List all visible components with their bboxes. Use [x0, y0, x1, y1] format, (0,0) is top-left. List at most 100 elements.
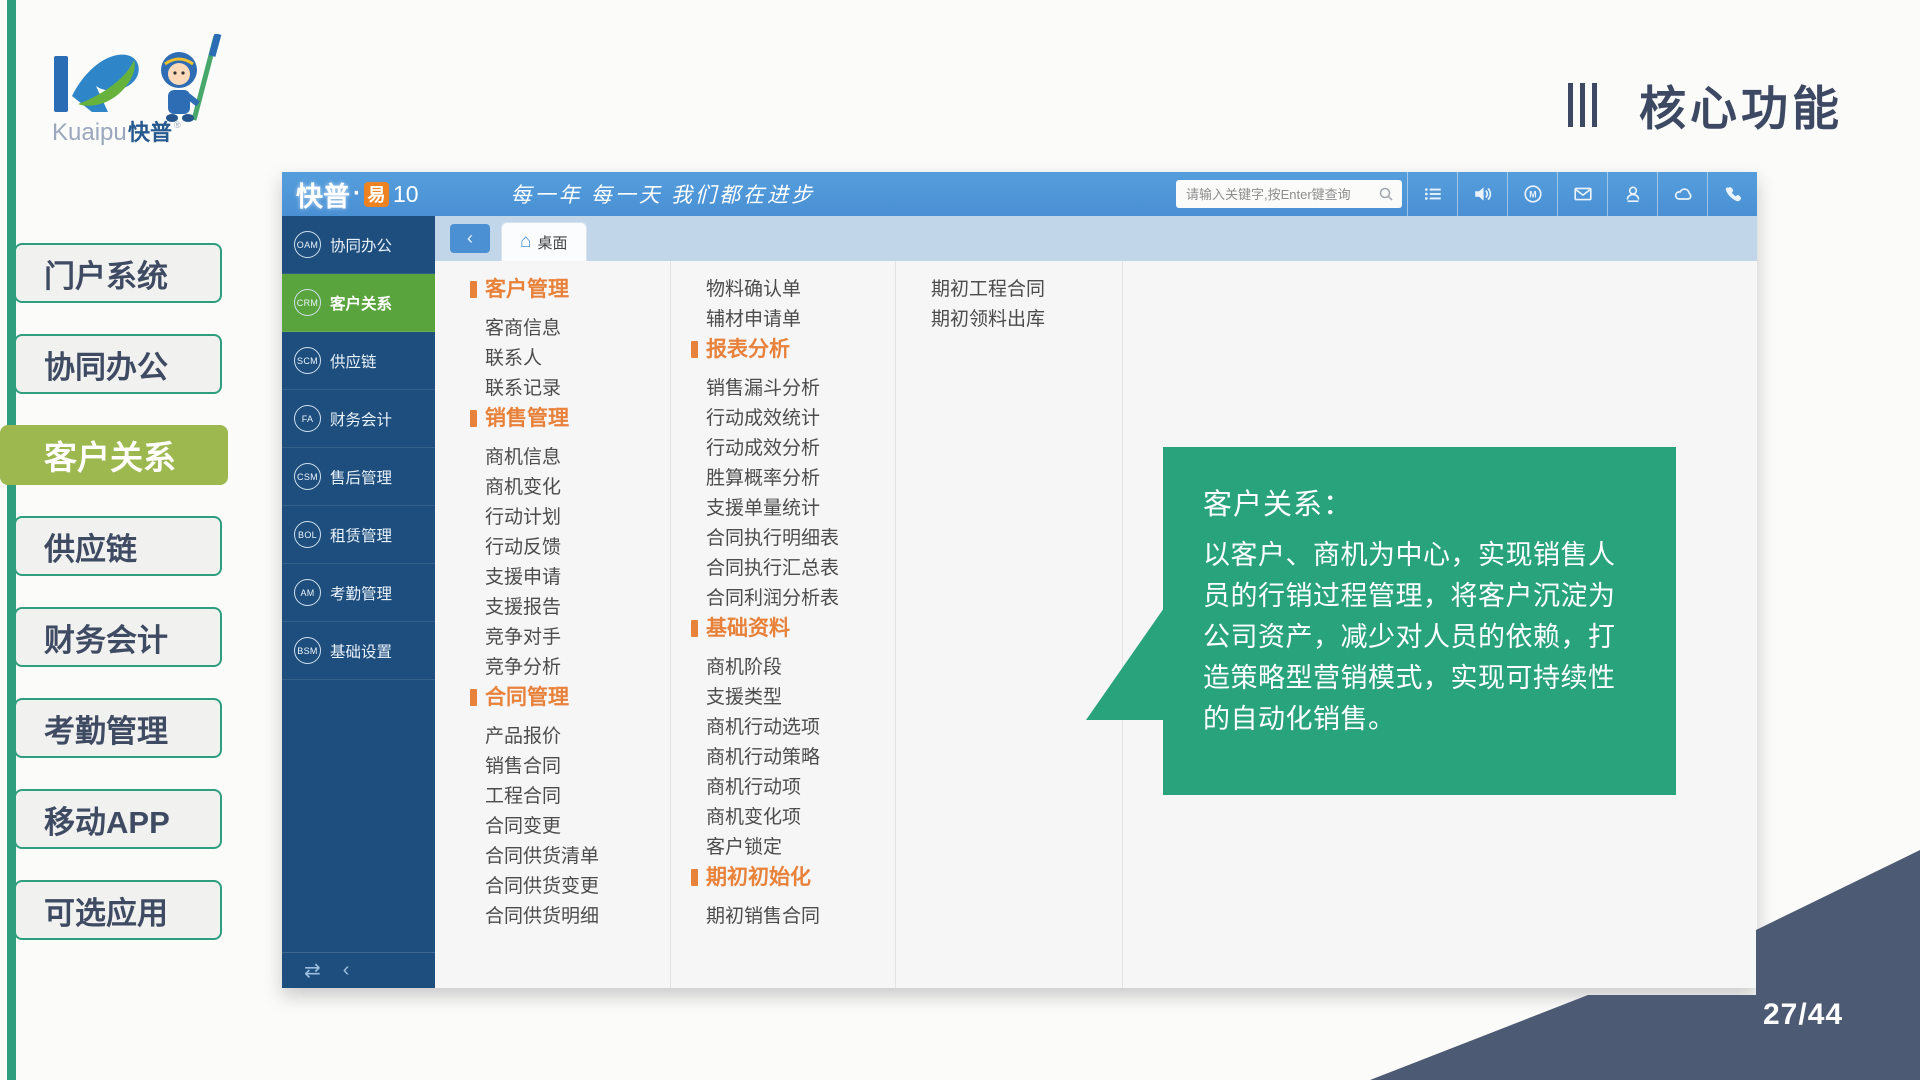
slide-sidebar-item-label: 可选应用 [44, 888, 168, 933]
menu-entry[interactable]: 竞争分析 [485, 653, 670, 683]
menu-entry[interactable]: 期初销售合同 [706, 902, 895, 932]
menu-entry[interactable]: 商机变化 [485, 473, 670, 503]
module-badge-icon: BSM [294, 637, 321, 664]
corner-shape [1360, 845, 1920, 1080]
app-nav-item[interactable]: AM 考勤管理 [282, 564, 435, 622]
im-icon[interactable]: M [1507, 172, 1557, 216]
slide: Kuaipu 快普 ® 核心功能 门户系统 协同办公 客户关系 供应链 [0, 0, 1920, 1080]
menu-entry[interactable]: 行动成效分析 [706, 434, 895, 464]
menu-entry[interactable]: 客户管理 [485, 275, 670, 305]
menu-entry[interactable]: 合同供货清单 [485, 842, 670, 872]
menu-entry[interactable]: 商机行动策略 [706, 743, 895, 773]
tab-label: 桌面 [537, 232, 567, 253]
menu-entry[interactable]: 工程合同 [485, 782, 670, 812]
menu-entry[interactable]: 基础资料 [706, 614, 895, 644]
menu-entry[interactable]: 合同变更 [485, 812, 670, 842]
menu-entry[interactable]: 商机行动选项 [706, 713, 895, 743]
callout-body: 以客户、商机为中心，实现销售人员的行销过程管理，将客户沉淀为公司资产，减少对人员… [1203, 535, 1636, 740]
menu-entry[interactable]: 物料确认单 [706, 275, 895, 305]
callout-bubble: 客户关系： 以客户、商机为中心，实现销售人员的行销过程管理，将客户沉淀为公司资产… [1163, 447, 1676, 795]
menu-entry[interactable]: 商机信息 [485, 443, 670, 473]
menu-entry[interactable]: 销售合同 [485, 752, 670, 782]
app-nav-item[interactable]: BSM 基础设置 [282, 622, 435, 680]
mail-icon[interactable] [1557, 172, 1607, 216]
app-nav-item[interactable]: BOL 租赁管理 [282, 506, 435, 564]
menu-entry[interactable]: 胜算概率分析 [706, 464, 895, 494]
speaker-icon[interactable] [1457, 172, 1507, 216]
slide-sidebar-item[interactable]: 财务会计 [14, 607, 222, 667]
collapse-icon[interactable]: ‹ [343, 959, 350, 982]
menu-entry[interactable]: 客户锁定 [706, 833, 895, 863]
app-nav-item-label: 供应链 [330, 350, 377, 372]
menu-entry[interactable]: 期初初始化 [706, 863, 895, 893]
back-button[interactable]: ‹ [450, 224, 490, 253]
slide-sidebar-item-label: 财务会计 [44, 615, 168, 660]
slide-sidebar-item[interactable]: 考勤管理 [14, 698, 222, 758]
app-nav-item[interactable]: FA 财务会计 [282, 390, 435, 448]
slide-sidebar-item[interactable]: 客户关系 [0, 425, 228, 485]
menu-entry[interactable]: 合同管理 [485, 683, 670, 713]
app-nav-item[interactable]: SCM 供应链 [282, 332, 435, 390]
menu-entry[interactable]: 合同执行汇总表 [706, 554, 895, 584]
menu-entry[interactable]: 合同供货变更 [485, 872, 670, 902]
app-nav-item-label: 考勤管理 [330, 582, 392, 604]
menu-entry[interactable]: 支援报告 [485, 593, 670, 623]
app-titlebar: 快普 · 易 10 每一年 每一天 我们都在进步 M [282, 172, 1757, 216]
app-brand: 快普 · 易 10 [296, 175, 419, 214]
slide-sidebar-item[interactable]: 门户系统 [14, 243, 222, 303]
search-icon[interactable] [1378, 186, 1394, 202]
menu-entry[interactable]: 商机变化项 [706, 803, 895, 833]
app-nav-item[interactable]: CSM 售后管理 [282, 448, 435, 506]
global-search [1176, 180, 1402, 208]
swap-icon[interactable]: ⇄ [304, 958, 321, 983]
tab-desktop[interactable]: ⌂ 桌面 [501, 222, 587, 261]
menu-entry[interactable]: 期初工程合同 [931, 275, 1122, 305]
list-icon[interactable] [1407, 172, 1457, 216]
logo-text-en: Kuaipu [52, 119, 127, 146]
menu-entry[interactable]: 合同利润分析表 [706, 584, 895, 614]
menu-entry[interactable]: 合同供货明细 [485, 902, 670, 932]
kuaipu-logo: Kuaipu 快普 ® [48, 34, 238, 146]
svg-text:®: ® [174, 120, 181, 130]
menu-entry[interactable]: 联系人 [485, 344, 670, 374]
menu-entry[interactable]: 商机行动项 [706, 773, 895, 803]
menu-entry[interactable]: 销售漏斗分析 [706, 374, 895, 404]
menu-entry[interactable]: 商机阶段 [706, 653, 895, 683]
app-module-nav: OAM 协同办公 CRM 客户关系 SCM 供应链 FA 财务会计 [282, 216, 435, 988]
slide-sidebar-item-label: 供应链 [44, 524, 137, 569]
slide-sidebar-item[interactable]: 移动APP [14, 789, 222, 849]
app-nav-item[interactable]: OAM 协同办公 [282, 216, 435, 274]
page-number: 27/44 [1763, 998, 1843, 1032]
home-icon: ⌂ [520, 231, 531, 253]
phone-icon[interactable] [1707, 172, 1757, 216]
svg-text:M: M [1529, 189, 1536, 199]
menu-entry[interactable]: 支援申请 [485, 563, 670, 593]
slide-sidebar-item-label: 客户关系 [44, 431, 176, 479]
menu-entry[interactable]: 联系记录 [485, 374, 670, 404]
menu-entry[interactable]: 行动成效统计 [706, 404, 895, 434]
menu-entry[interactable]: 产品报价 [485, 722, 670, 752]
menu-entry[interactable]: 竞争对手 [485, 623, 670, 653]
callout-title: 客户关系： [1203, 481, 1636, 523]
menu-entry[interactable]: 行动计划 [485, 503, 670, 533]
menu-entry[interactable]: 合同执行明细表 [706, 524, 895, 554]
menu-entry[interactable]: 销售管理 [485, 404, 670, 434]
brand-slogan: 每一年 每一天 我们都在进步 [511, 179, 816, 209]
menu-entry[interactable]: 报表分析 [706, 335, 895, 365]
menu-column-2: 物料确认单 辅材申请单 报表分析 销售漏斗分析 行动成效统计 行动成效分析 胜算… [671, 261, 896, 988]
menu-entry[interactable]: 行动反馈 [485, 533, 670, 563]
module-badge-icon: SCM [294, 347, 321, 374]
menu-entry[interactable]: 期初领料出库 [931, 305, 1122, 335]
menu-entry[interactable]: 辅材申请单 [706, 305, 895, 335]
slide-sidebar-item[interactable]: 协同办公 [14, 334, 222, 394]
slide-sidebar-item[interactable]: 供应链 [14, 516, 222, 576]
menu-entry[interactable]: 支援类型 [706, 683, 895, 713]
menu-entry[interactable]: 客商信息 [485, 314, 670, 344]
menu-entry[interactable]: 支援单量统计 [706, 494, 895, 524]
search-input[interactable] [1176, 187, 1378, 202]
user-icon[interactable] [1607, 172, 1657, 216]
app-nav-item[interactable]: CRM 客户关系 [282, 274, 435, 332]
slide-sidebar-item[interactable]: 可选应用 [14, 880, 222, 940]
cloud-icon[interactable] [1657, 172, 1707, 216]
app-nav-item-label: 租赁管理 [330, 524, 392, 546]
